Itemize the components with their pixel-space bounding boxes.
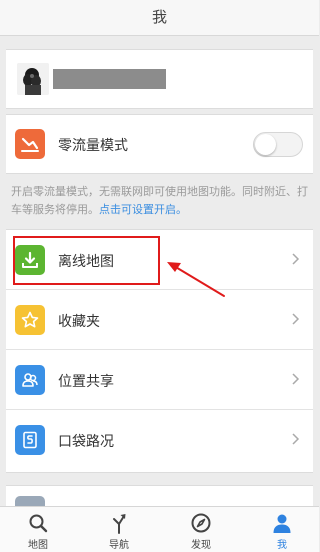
search-icon [29, 514, 48, 533]
tab-label: 我 [277, 540, 287, 551]
bottom-tab-bar: 地图 导航 发现 我 [0, 506, 319, 552]
tab-discover[interactable]: 发现 [169, 507, 233, 552]
tab-label: 地图 [28, 540, 48, 551]
tab-map[interactable]: 地图 [6, 507, 70, 552]
navigation-icon [113, 514, 126, 534]
tab-label: 发现 [191, 540, 211, 551]
compass-icon [191, 513, 211, 533]
tab-label: 导航 [109, 540, 129, 551]
tab-navigation[interactable]: 导航 [87, 507, 151, 552]
annotation-arrow-icon [167, 262, 225, 297]
tab-me[interactable]: 我 [250, 507, 314, 552]
person-icon [273, 514, 291, 533]
